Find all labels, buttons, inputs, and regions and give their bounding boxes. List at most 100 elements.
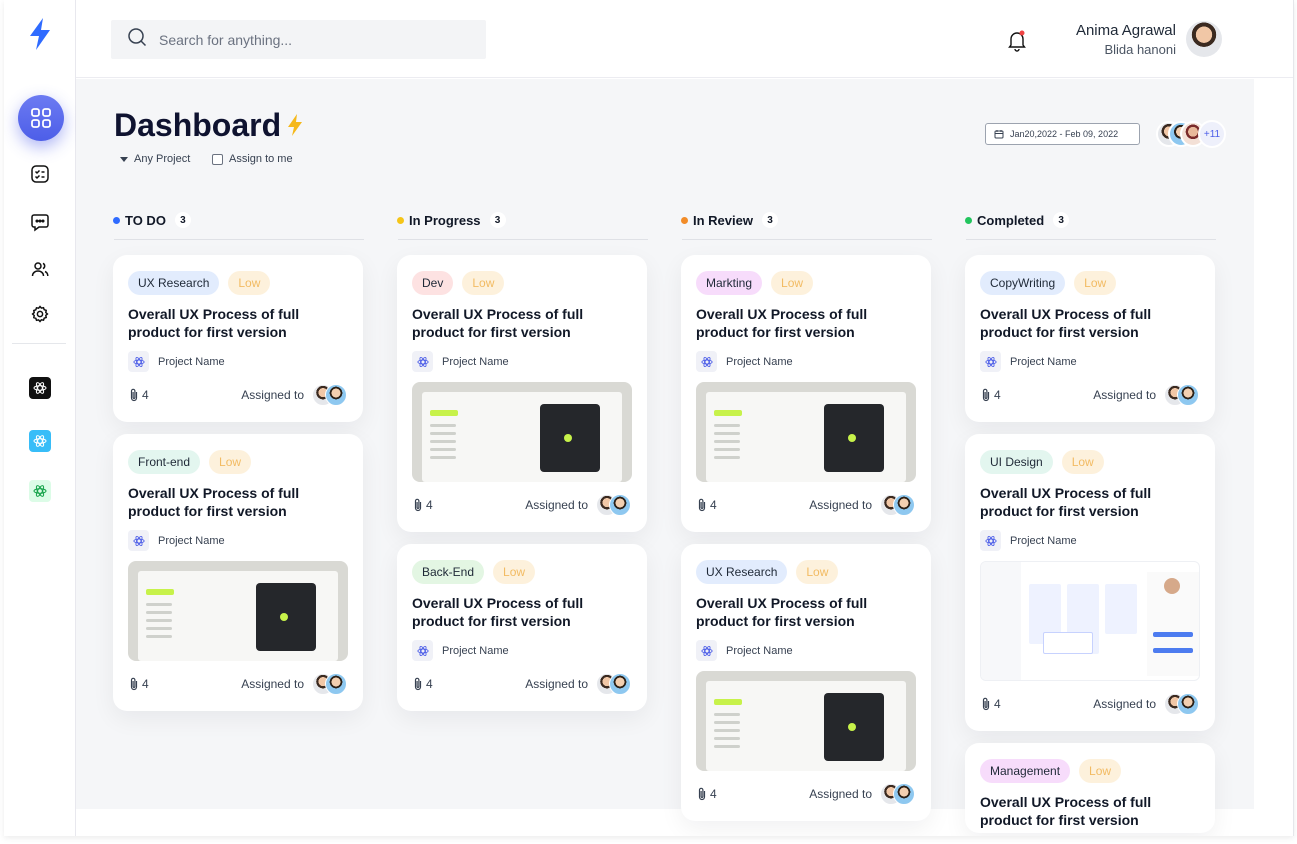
assigned-label: Assigned to (809, 498, 872, 512)
status-dot (681, 216, 688, 224)
search-icon (127, 27, 147, 52)
assigned-label: Assigned to (809, 787, 872, 801)
attachments[interactable]: 4 (128, 388, 149, 402)
project-filter[interactable]: Any Project (120, 153, 190, 165)
project-icon (412, 351, 433, 372)
date-range-text: Jan20,2022 - Feb 09, 2022 (1010, 129, 1119, 139)
assign-label: Assign to me (229, 153, 293, 165)
assignee-avatars[interactable] (596, 673, 632, 695)
task-card[interactable]: Front-end Low Overall UX Process of full… (113, 434, 363, 711)
category-tag: CopyWriting (980, 271, 1066, 295)
dashboard-nav-icon[interactable] (18, 95, 64, 141)
sidebar (4, 0, 76, 836)
calendar-icon (994, 130, 1004, 139)
paperclip-icon (698, 498, 706, 512)
chat-nav-icon[interactable] (29, 211, 51, 233)
attachment-count: 4 (994, 697, 1001, 711)
attachments[interactable]: 4 (128, 677, 149, 691)
column-title: In Progress (409, 212, 481, 228)
attachments[interactable]: 4 (980, 697, 1001, 711)
priority-tag: Low (771, 271, 814, 295)
column-header-in-review: In Review 3 (681, 210, 778, 230)
assignee-avatars[interactable] (312, 384, 348, 406)
card-preview-image (412, 382, 632, 482)
assign-checkbox[interactable] (212, 153, 223, 165)
attachment-count: 4 (142, 388, 149, 402)
task-card[interactable]: CopyWriting Low Overall UX Process of fu… (965, 255, 1215, 422)
category-tag: Markting (696, 271, 763, 295)
lightning-icon (285, 113, 305, 137)
column-count: 3 (489, 212, 506, 228)
project-icon (412, 640, 433, 661)
category-tag: Back-End (412, 560, 485, 584)
assignee-avatars[interactable] (312, 673, 348, 695)
attachment-count: 4 (426, 677, 433, 691)
column-header-in-progress: In Progress 3 (397, 210, 506, 230)
top-header: Anima Agrawal Blida hanoni (76, 0, 1293, 78)
settings-nav-icon[interactable] (29, 303, 51, 325)
priority-tag: Low (209, 450, 252, 474)
project-icon (128, 530, 149, 551)
project-name: Project Name (1010, 355, 1077, 368)
team-nav-icon[interactable] (29, 258, 51, 280)
column-divider (966, 239, 1216, 240)
lightning-logo-icon[interactable] (26, 16, 54, 52)
team-more-count: +11 (1198, 120, 1226, 148)
user-avatar[interactable] (1186, 21, 1222, 57)
task-card[interactable]: Back-End Low Overall UX Process of full … (397, 544, 647, 711)
assignee-avatars[interactable] (1164, 384, 1200, 406)
status-dot (397, 216, 404, 224)
project-name: Project Name (726, 355, 793, 368)
column-divider (398, 239, 648, 240)
status-dot (113, 216, 120, 224)
assignee-avatars[interactable] (596, 494, 632, 516)
task-card[interactable]: UI Design Low Overall UX Process of full… (965, 434, 1215, 731)
card-preview-image (696, 671, 916, 771)
task-card[interactable]: UX Research Low Overall UX Process of fu… (113, 255, 363, 422)
workspace-blue-icon[interactable] (29, 430, 51, 452)
card-title: Overall UX Process of full product for f… (128, 306, 300, 340)
project-icon (980, 530, 1001, 551)
project-name: Project Name (442, 355, 509, 368)
card-title: Overall UX Process of full product for f… (980, 306, 1152, 340)
attachment-count: 4 (142, 677, 149, 691)
column-count: 3 (1053, 212, 1070, 228)
assigned-label: Assigned to (241, 388, 304, 402)
project-name: Project Name (158, 355, 225, 368)
attachments[interactable]: 4 (980, 388, 1001, 402)
search-bar[interactable] (111, 20, 486, 59)
attachments[interactable]: 4 (412, 498, 433, 512)
assignee-avatars[interactable] (880, 783, 916, 805)
column-header-todo: TO DO 3 (113, 210, 191, 230)
tasks-nav-icon[interactable] (29, 163, 51, 185)
workspace-dark-icon[interactable] (29, 377, 51, 399)
paperclip-icon (414, 498, 422, 512)
assign-to-me-filter[interactable]: Assign to me (212, 153, 293, 165)
assignee-avatars[interactable] (880, 494, 916, 516)
attachments[interactable]: 4 (696, 787, 717, 801)
card-title: Overall UX Process of full product for f… (696, 306, 868, 340)
date-range-picker[interactable]: Jan20,2022 - Feb 09, 2022 (985, 123, 1140, 145)
task-card[interactable]: Dev Low Overall UX Process of full produ… (397, 255, 647, 532)
priority-tag: Low (1079, 759, 1122, 783)
attachments[interactable]: 4 (412, 677, 433, 691)
column-header-completed: Completed 3 (965, 210, 1070, 230)
task-card[interactable]: Management Low Overall UX Process of ful… (965, 743, 1215, 833)
project-name: Project Name (158, 534, 225, 547)
attachments[interactable]: 4 (696, 498, 717, 512)
page-title: Dashboard (114, 107, 282, 143)
workspace-green-icon[interactable] (29, 480, 51, 502)
paperclip-icon (130, 388, 138, 402)
column-divider (114, 239, 364, 240)
paperclip-icon (130, 677, 138, 691)
task-card[interactable]: Markting Low Overall UX Process of full … (681, 255, 931, 532)
team-avatars[interactable]: +11 (1156, 120, 1226, 150)
sidebar-divider (12, 343, 66, 344)
priority-tag: Low (1061, 450, 1104, 474)
assignee-avatars[interactable] (1164, 693, 1200, 715)
bell-notification-icon[interactable] (1006, 28, 1028, 52)
card-title: Overall UX Process of full product for f… (980, 485, 1152, 519)
task-card[interactable]: UX Research Low Overall UX Process of fu… (681, 544, 931, 821)
search-input[interactable] (159, 31, 459, 48)
column-title: TO DO (125, 212, 166, 228)
